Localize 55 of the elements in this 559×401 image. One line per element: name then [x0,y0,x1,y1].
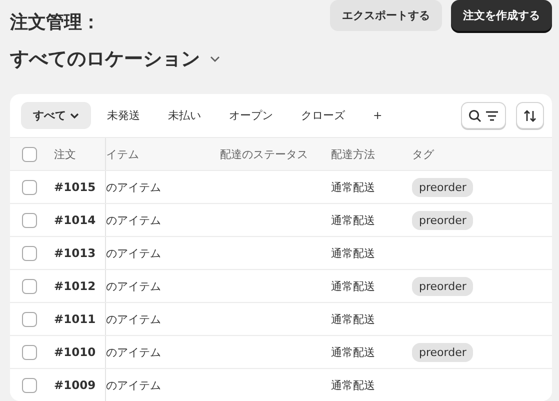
page-title: 注文管理： [10,11,100,34]
row-checkbox[interactable] [22,212,37,228]
row-checkbox[interactable] [22,246,37,260]
column-header: タグ [412,146,436,162]
table-cell: のアイテム [106,312,161,326]
filter-icon [485,110,499,122]
select-all-checkbox[interactable] [22,146,37,162]
order-number[interactable]: #1015 [54,180,105,194]
add-filter-button[interactable]: + [361,103,394,128]
table-cell-text: 通常配送 [331,212,376,228]
row-checkbox[interactable] [22,278,37,294]
row-checkbox[interactable] [22,378,37,392]
filter-tab[interactable]: オープン [217,102,285,129]
export-button[interactable]: エクスポートする [330,0,442,31]
tag-label: preorder [412,342,474,362]
sort-button[interactable] [516,102,544,129]
table-cell: のアイテム [106,246,161,260]
filter-tab[interactable]: 未払い [156,102,213,129]
row-checkbox[interactable] [22,344,37,360]
order-number[interactable]: #1012 [54,279,105,293]
row-checkbox[interactable] [22,312,37,326]
table-cell-text: 通常配送 [331,378,376,392]
create-order-button[interactable]: 注文を作成する [451,0,552,31]
search-filter-button[interactable] [461,102,506,129]
table-cell: のアイテム [106,378,161,392]
tag-label: preorder [412,276,474,296]
row-checkbox[interactable] [22,180,37,194]
chevron-down-icon[interactable] [210,56,220,62]
column-header: 配達方法 [331,146,376,162]
filter-tab[interactable]: 未発送 [95,102,152,129]
table-cell-text: 通常配送 [331,344,376,360]
table-cell-text: 通常配送 [331,180,376,194]
order-number[interactable]: #1014 [54,213,105,227]
filter-tab[interactable]: すべて [21,102,91,129]
column-header: 注文 [54,146,77,162]
location-selector[interactable]: すべてのロケーション [10,46,200,72]
sort-icon [523,108,537,122]
chevron-down-icon [70,112,79,118]
filter-tab[interactable]: クローズ [289,102,357,129]
table-cell-text: 通常配送 [331,312,376,326]
table-cell-text: 通常配送 [331,246,376,260]
table-cell: のアイテム [106,278,161,294]
order-number[interactable]: #1013 [54,246,105,260]
table-cell: のアイテム [106,344,161,360]
tag-label: preorder [412,210,474,230]
table-cell-text: 通常配送 [331,278,376,294]
tag-label: preorder [412,178,474,196]
order-number[interactable]: #1011 [54,312,105,326]
search-icon [468,108,482,122]
table-cell: のアイテム [106,212,161,228]
order-number[interactable]: #1010 [54,345,105,359]
table-cell: のアイテム [106,180,161,194]
column-header: 配達のステータス [220,146,309,162]
order-number[interactable]: #1009 [54,378,105,392]
column-header: イテム [106,146,139,162]
